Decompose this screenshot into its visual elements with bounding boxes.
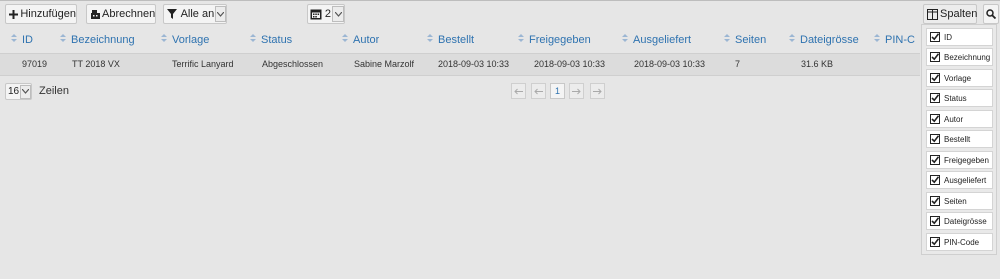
sort-icon xyxy=(724,33,732,46)
add-button-label: Hinzufügen xyxy=(20,8,76,20)
column-toggle-autor[interactable]: Autor xyxy=(926,110,993,128)
next-page-button[interactable] xyxy=(569,83,584,99)
calendar-icon xyxy=(310,8,323,20)
chevron-down-icon xyxy=(20,84,31,99)
date-select[interactable]: 2 xyxy=(307,4,345,24)
page-size-select[interactable]: 16 xyxy=(5,83,32,100)
checkbox-checked-icon xyxy=(930,155,940,165)
column-toggle-dateigroesse[interactable]: Dateigrösse xyxy=(926,212,993,230)
column-toggle-bestellt[interactable]: Bestellt xyxy=(926,130,993,148)
column-header-ausgeliefert[interactable]: Ausgeliefert xyxy=(622,33,691,46)
checkbox-checked-icon xyxy=(930,237,940,247)
cell-status: Abgeschlossen xyxy=(262,59,324,69)
search-icon xyxy=(986,9,996,19)
checkbox-checked-icon xyxy=(930,32,940,42)
cell-freigegeben: 2018-09-03 10:33 xyxy=(534,59,606,69)
column-toggle-freigegeben[interactable]: Freigegeben xyxy=(926,151,993,169)
page-size-label: Zeilen xyxy=(39,85,69,97)
bill-button-label: Abrechnen xyxy=(102,8,156,20)
column-toggle-vorlage[interactable]: Vorlage xyxy=(926,69,993,87)
columns-icon xyxy=(927,8,938,20)
arrow-left-icon xyxy=(514,88,523,94)
sort-icon xyxy=(342,33,350,46)
checkbox-checked-icon xyxy=(930,175,940,185)
plus-icon xyxy=(9,9,19,19)
checkbox-checked-icon xyxy=(930,216,940,226)
sort-icon xyxy=(250,33,258,46)
prev-page-button[interactable] xyxy=(531,83,546,99)
checkbox-checked-icon xyxy=(930,134,940,144)
checkbox-checked-icon xyxy=(930,114,940,124)
cell-dateigroesse: 31.6 KB xyxy=(801,59,834,69)
first-page-button[interactable] xyxy=(511,83,526,99)
cell-bestellt: 2018-09-03 10:33 xyxy=(438,59,510,69)
sort-icon xyxy=(874,33,882,46)
sort-icon xyxy=(11,33,19,46)
table-header: ID Bezeichnung Vorlage Status Autor Best… xyxy=(0,27,920,53)
columns-dropdown: ID Bezeichnung Vorlage Status Autor Best… xyxy=(921,24,997,255)
column-toggle-bezeichnung[interactable]: Bezeichnung xyxy=(926,48,993,66)
filter-select[interactable]: Alle an xyxy=(163,4,227,24)
cell-bezeichnung: TT 2018 VX xyxy=(72,59,120,69)
sort-icon xyxy=(789,33,797,46)
bill-button[interactable]: Abrechnen xyxy=(86,4,156,24)
column-header-id[interactable]: ID xyxy=(11,33,33,46)
search-button[interactable] xyxy=(983,4,999,24)
columns-button[interactable]: Spalten xyxy=(923,4,977,24)
arrow-left-icon xyxy=(534,88,543,94)
arrow-right-icon xyxy=(572,88,581,94)
column-header-status[interactable]: Status xyxy=(250,33,292,46)
column-toggle-pin-code[interactable]: PIN-Code xyxy=(926,233,993,251)
column-toggle-status[interactable]: Status xyxy=(926,89,993,107)
last-page-button[interactable] xyxy=(590,83,605,99)
filter-value: Alle an xyxy=(180,8,215,20)
page-number: 1 xyxy=(554,86,560,96)
date-value: 2 xyxy=(324,8,332,20)
arrow-right-icon xyxy=(593,88,602,94)
column-toggle-ausgeliefert[interactable]: Ausgeliefert xyxy=(926,171,993,189)
sort-icon xyxy=(161,33,169,46)
cell-ausgeliefert: 2018-09-03 10:33 xyxy=(634,59,706,69)
page-1-button[interactable]: 1 xyxy=(550,83,565,99)
column-header-bestellt[interactable]: Bestellt xyxy=(427,33,474,46)
cash-register-icon xyxy=(90,9,101,19)
cell-autor: Sabine Marzolf xyxy=(354,59,415,69)
cell-seiten: 7 xyxy=(735,59,741,69)
sort-icon xyxy=(60,33,68,46)
sort-icon xyxy=(622,33,630,46)
sort-icon xyxy=(518,33,526,46)
column-toggle-seiten[interactable]: Seiten xyxy=(926,192,993,210)
table-row[interactable]: 97019 TT 2018 VX Terrific Lanyard Abgesc… xyxy=(0,54,920,75)
column-header-pin-code[interactable]: PIN-C xyxy=(874,33,915,46)
add-button[interactable]: Hinzufügen xyxy=(5,4,77,24)
checkbox-checked-icon xyxy=(930,52,940,62)
cell-id: 97019 xyxy=(22,59,48,69)
chevron-down-icon xyxy=(332,6,344,22)
sort-icon xyxy=(427,33,435,46)
column-header-vorlage[interactable]: Vorlage xyxy=(161,33,209,46)
column-header-seiten[interactable]: Seiten xyxy=(724,33,766,46)
chevron-down-icon xyxy=(215,6,226,22)
columns-button-label: Spalten xyxy=(940,8,978,20)
column-header-autor[interactable]: Autor xyxy=(342,33,379,46)
column-toggle-id[interactable]: ID xyxy=(926,28,993,46)
filter-icon xyxy=(167,9,178,19)
column-header-dateigroesse[interactable]: Dateigrösse xyxy=(789,33,859,46)
page-size-value: 16 xyxy=(8,85,20,97)
checkbox-checked-icon xyxy=(930,93,940,103)
column-header-bezeichnung[interactable]: Bezeichnung xyxy=(60,33,135,46)
cell-vorlage: Terrific Lanyard xyxy=(172,59,234,69)
checkbox-checked-icon xyxy=(930,73,940,83)
top-border xyxy=(0,0,1000,1)
row-divider xyxy=(0,75,920,76)
checkbox-checked-icon xyxy=(930,196,940,206)
column-header-freigegeben[interactable]: Freigegeben xyxy=(518,33,591,46)
